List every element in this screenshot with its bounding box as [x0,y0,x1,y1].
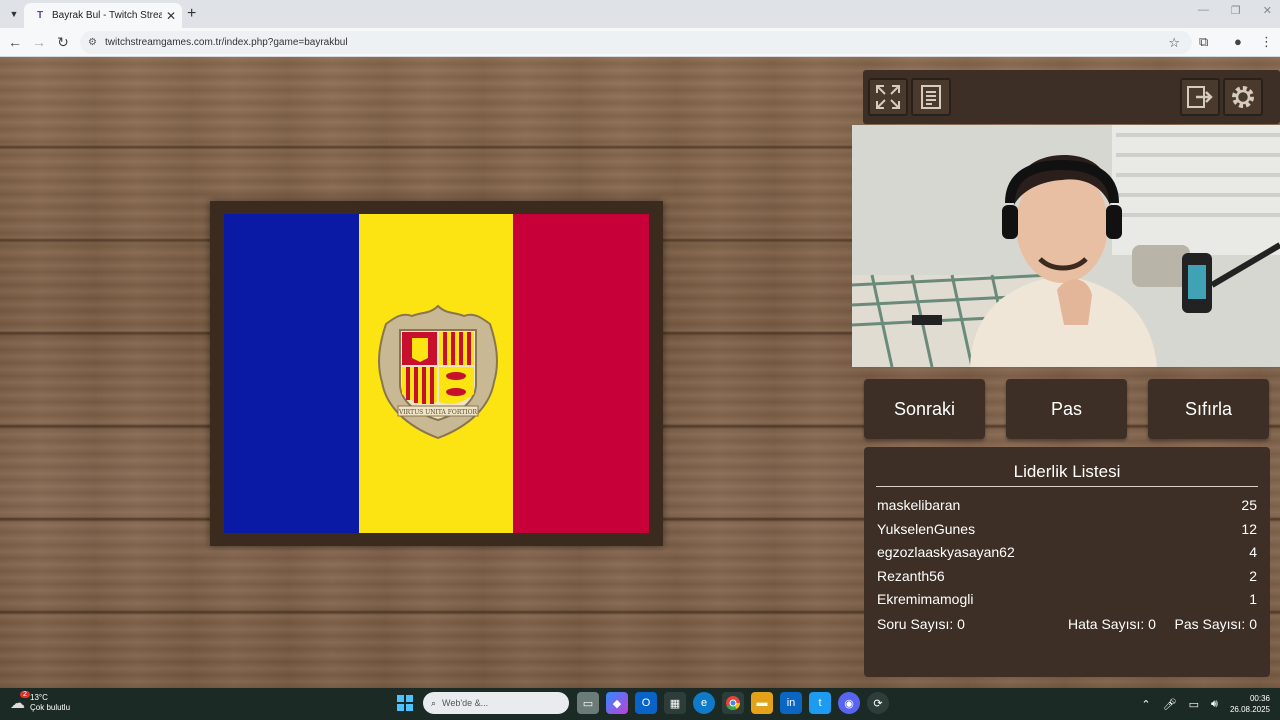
search-icon: ⌕ [431,697,437,708]
reload-icon[interactable]: ↻ [54,34,72,51]
divider [876,486,1258,487]
leaderboard-title: Liderlik Listesi [1013,462,1121,481]
player-score: 4 [1249,544,1257,560]
tab-search-chevron-icon[interactable]: ▼ [6,6,22,22]
linkedin-icon[interactable]: in [780,692,802,714]
flag-frame: VIRTUS UNITA FORTIOR [210,201,663,546]
maximize-icon[interactable]: ❐ [1231,4,1241,17]
leaderboard-panel: Liderlik Listesi maskelibaran 25 Yuksele… [864,447,1270,677]
leaderboard-row: Ekremimamogli 1 [877,591,1257,611]
error-count: Hata Sayısı: 0 [1068,616,1156,632]
leaderboard-row: Rezanth56 2 [877,568,1257,588]
url-text: twitchstreamgames.com.tr/index.php?game=… [104,37,348,48]
forward-arrow-icon[interactable]: → [30,34,48,50]
player-score: 25 [1241,497,1257,513]
chrome-icon[interactable] [722,692,744,714]
extensions-icon[interactable]: ⧉ [1199,34,1208,50]
settings-gear-icon[interactable] [1223,78,1263,116]
microphone-icon[interactable]: 🎤︎ [1163,698,1177,711]
player-score: 12 [1241,521,1257,537]
flag-image: VIRTUS UNITA FORTIOR [224,214,649,533]
question-count: Soru Sayısı: 0 [877,616,965,632]
tab-close-icon[interactable]: ✕ [166,9,176,23]
flag-stripe-red [513,214,649,533]
taskbar-search[interactable]: ⌕ Web'de &... [423,692,569,714]
player-name: YukselenGunes [877,521,976,537]
date: 26.08.2025 [1229,705,1270,714]
logout-icon[interactable] [1180,78,1220,116]
bookmark-star-icon[interactable]: ☆ [1168,35,1180,51]
taskbar-apps: ⌕ Web'de &... ▭ ◆ O ▦ e ▬ in t ◉ ⟳ [394,692,896,714]
weather-widget[interactable]: ☁ 2 13°C Çok bulutlu [10,691,71,713]
fullscreen-icon[interactable] [868,78,908,116]
time: 00:36 [1249,694,1270,703]
window-controls: — ❐ ✕ [1198,4,1272,17]
leaderboard-row: egzozlaaskyasayan62 4 [877,544,1257,564]
browser-toolbar: ← → ↻ ⚙ twitchstreamgames.com.tr/index.p… [0,28,1280,57]
player-name: maskelibaran [877,497,961,513]
edge-icon[interactable]: e [693,692,715,714]
system-tray: ⌃ 🎤︎ ▭ 🔊︎ 00:36 26.08.2025 [1141,693,1270,715]
reset-button[interactable]: Sıfırla [1148,379,1269,439]
new-tab-icon[interactable]: + [187,5,196,23]
network-icon[interactable]: ▭ [1189,698,1199,711]
task-view-icon[interactable]: ▭ [577,692,599,714]
app-icon[interactable]: ⟳ [867,692,889,714]
motto-text: VIRTUS UNITA FORTIOR [398,409,478,416]
tab-strip: ▼ T Bayrak Bul - Twitch Stream Gar ✕ + —… [0,0,1280,28]
active-tab[interactable]: T Bayrak Bul - Twitch Stream Gar ✕ [24,3,182,28]
streamer-webcam [852,125,1280,367]
minimize-icon[interactable]: — [1198,4,1209,17]
site-info-icon[interactable]: ⚙ [88,37,97,48]
game-top-bar [863,70,1280,124]
flag-stripe-blue [224,214,359,533]
player-name: Ekremimamogli [877,591,974,607]
search-placeholder: Web'de &... [442,698,489,708]
weather-badge: 2 [20,691,30,698]
temperature: 13°C [30,693,48,702]
player-name: egzozlaaskyasayan62 [877,544,1015,560]
clock[interactable]: 00:36 26.08.2025 [1230,693,1270,715]
discord-icon[interactable]: ◉ [838,692,860,714]
chevron-up-icon[interactable]: ⌃ [1141,698,1150,711]
player-score: 2 [1249,568,1257,584]
windows-start-icon[interactable] [394,692,416,714]
twitter-icon[interactable]: t [809,692,831,714]
leaderboard-row: YukselenGunes 12 [877,521,1257,541]
window-close-icon[interactable]: ✕ [1263,4,1272,17]
volume-icon[interactable]: 🔊︎ [1211,698,1218,711]
back-arrow-icon[interactable]: ← [6,34,24,50]
profile-icon[interactable]: ● [1234,34,1242,49]
windows-taskbar: ☁ 2 13°C Çok bulutlu ⌕ Web'de &... ▭ ◆ O… [0,688,1280,720]
pass-count: Pas Sayısı: 0 [1174,616,1257,632]
pass-button[interactable]: Pas [1006,379,1127,439]
andorra-coat-of-arms-icon: VIRTUS UNITA FORTIOR [378,304,498,440]
player-score: 1 [1249,591,1257,607]
menu-kebab-icon[interactable]: ⋮ [1260,34,1273,50]
rules-document-icon[interactable] [911,78,951,116]
address-bar[interactable]: ⚙ twitchstreamgames.com.tr/index.php?gam… [80,31,1192,54]
next-button[interactable]: Sonraki [864,379,985,439]
twitch-games-favicon-icon: T [36,10,44,21]
store-icon[interactable]: ▦ [664,692,686,714]
weather-condition: Çok bulutlu [30,703,71,712]
player-name: Rezanth56 [877,568,945,584]
file-explorer-icon[interactable]: ▬ [751,692,773,714]
leaderboard-row: maskelibaran 25 [877,497,1257,517]
outlook-icon[interactable]: O [635,692,657,714]
game-page: VIRTUS UNITA FORTIOR Sonraki Pas Sıfırla… [0,57,1280,688]
tab-title: Bayrak Bul - Twitch Stream Gar [52,10,162,21]
copilot-icon[interactable]: ◆ [606,692,628,714]
